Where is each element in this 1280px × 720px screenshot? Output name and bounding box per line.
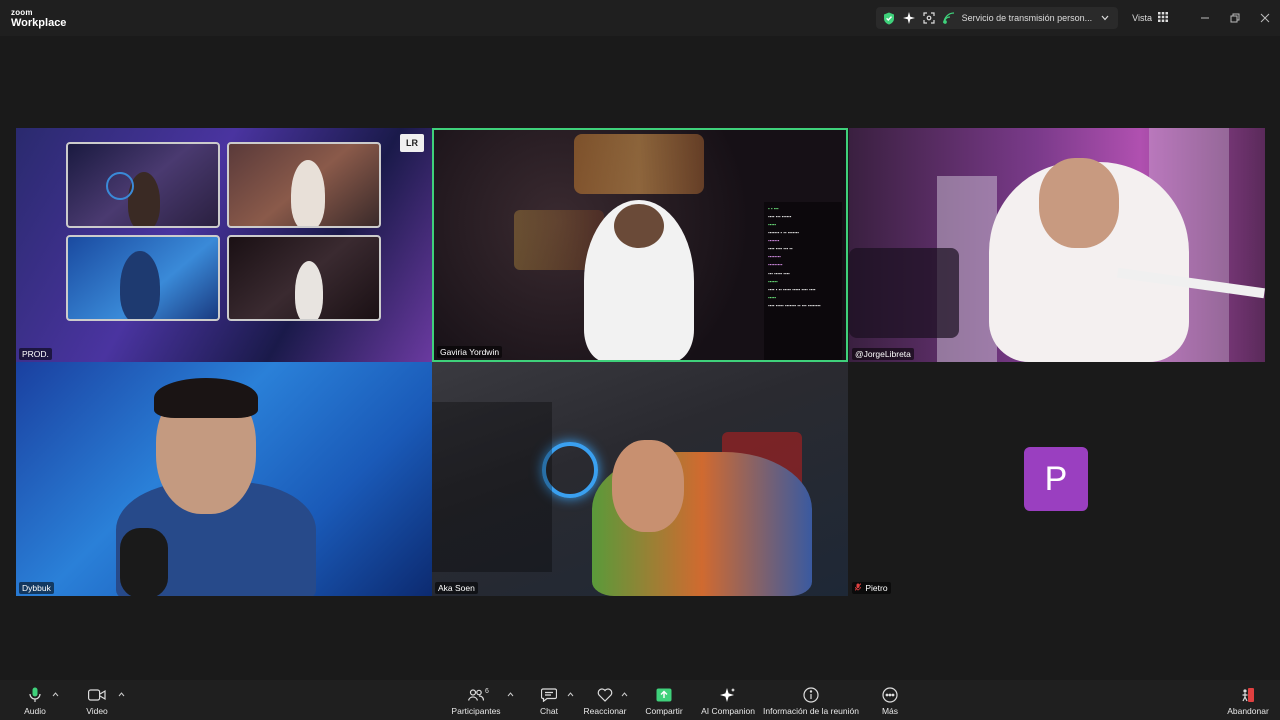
grid-view-icon — [1158, 12, 1168, 24]
audio-label: Audio — [24, 706, 46, 716]
share-label: Compartir — [645, 706, 683, 716]
graffiti-wall-art — [574, 134, 704, 194]
participant-name: PROD. — [19, 348, 52, 360]
more-button[interactable]: Más — [876, 680, 904, 720]
mini-video-1 — [66, 142, 220, 228]
couch — [849, 248, 959, 338]
participants-count: 6 — [485, 688, 489, 695]
video-tile-pietro[interactable]: P Pietro — [849, 362, 1265, 596]
video-tile-aka-soen[interactable]: Aka Soen — [432, 362, 848, 596]
leave-icon — [1239, 686, 1257, 704]
video-label: Video — [86, 706, 108, 716]
react-options-caret[interactable] — [621, 690, 628, 699]
participant-name: Aka Soen — [435, 582, 478, 594]
person-silhouette — [291, 160, 325, 226]
neon-logo — [106, 172, 134, 200]
top-right-controls: Servicio de transmisión person... Vista — [875, 0, 1280, 36]
status-pill: Servicio de transmisión person... — [875, 7, 1119, 29]
meeting-toolbar: Audio Video Participantes 6 Chat Reaccio… — [0, 680, 1280, 720]
focus-frame-icon[interactable] — [922, 11, 936, 25]
brand-top: zoom — [11, 8, 33, 17]
person-hair — [154, 378, 258, 418]
heart-icon — [596, 686, 614, 704]
muted-mic-icon — [854, 583, 863, 593]
zoom-workplace-logo: zoom Workplace — [11, 9, 66, 29]
video-tile-dybbuk[interactable]: Dybbuk — [16, 362, 432, 596]
chat-button[interactable]: Chat — [532, 680, 566, 720]
person-silhouette — [295, 261, 323, 319]
participants-label: Participantes — [451, 706, 501, 716]
react-button[interactable]: Reaccionar — [583, 680, 627, 720]
participant-name: Dybbuk — [19, 582, 54, 594]
mini-video-3 — [66, 235, 220, 321]
participant-avatar: P — [1024, 447, 1088, 511]
person-silhouette — [120, 251, 160, 319]
participant-name: Gaviria Yordwin — [437, 346, 503, 358]
brand-bottom: Workplace — [11, 17, 67, 29]
mini-video-4 — [227, 235, 381, 321]
share-button[interactable]: Compartir — [645, 680, 683, 720]
view-label: Vista — [1132, 13, 1152, 23]
participant-name-bar: Pietro — [852, 582, 891, 594]
person-face — [614, 204, 664, 248]
ai-companion-button[interactable]: AI Companion — [701, 680, 755, 720]
video-tile-jorgelibreta[interactable]: @JorgeLibreta — [849, 128, 1265, 362]
info-icon — [802, 686, 820, 704]
more-icon — [881, 686, 899, 704]
leave-button[interactable]: Abandonar — [1226, 680, 1270, 720]
stream-chat-overlay — [432, 402, 552, 572]
video-tile-gaviria-yordwin[interactable]: ▪ ▪ ▪▪▪ ▪▪▪▪ ▪▪▪ ▪▪▪▪▪▪ ▪▪▪▪▪ ▪▪▪▪▪▪▪ ▪ … — [432, 128, 848, 362]
meeting-info-button[interactable]: Información de la reunión — [763, 680, 859, 720]
chat-label: Chat — [540, 706, 558, 716]
more-label: Más — [881, 706, 899, 716]
audio-button[interactable]: Audio — [18, 680, 52, 720]
video-camera-icon — [88, 686, 106, 704]
stream-chat-overlay: ▪ ▪ ▪▪▪ ▪▪▪▪ ▪▪▪ ▪▪▪▪▪▪ ▪▪▪▪▪ ▪▪▪▪▪▪▪ ▪ … — [764, 202, 842, 360]
share-screen-icon — [655, 686, 673, 704]
react-label: Reaccionar — [583, 706, 627, 716]
channel-logo: LR — [400, 134, 424, 152]
ai-companion-label: AI Companion — [701, 706, 755, 716]
chat-icon — [540, 686, 558, 704]
participants-options-caret[interactable] — [507, 690, 514, 699]
shield-check-icon[interactable] — [882, 11, 896, 25]
stream-signal-icon — [942, 11, 956, 25]
ai-sparkle-icon — [719, 686, 737, 704]
video-button[interactable]: Video — [80, 680, 114, 720]
video-tile-prod[interactable]: LR PROD. — [16, 128, 432, 362]
participant-name: Pietro — [865, 583, 888, 593]
view-button[interactable]: Vista — [1124, 7, 1176, 29]
streaming-service-dropdown[interactable]: Servicio de transmisión person... — [962, 13, 1093, 23]
participants-icon — [467, 686, 485, 704]
participant-name: @JorgeLibreta — [852, 348, 914, 360]
microphone-icon — [26, 686, 44, 704]
meeting-info-label: Información de la reunión — [763, 706, 859, 716]
title-bar: zoom Workplace Servicio de transmisión p… — [0, 0, 1280, 36]
mini-video-2 — [227, 142, 381, 228]
participants-button[interactable]: Participantes — [449, 680, 503, 720]
chevron-down-icon[interactable] — [1098, 11, 1112, 25]
video-options-caret[interactable] — [118, 690, 125, 699]
person-face — [1039, 158, 1119, 248]
leave-label: Abandonar — [1227, 706, 1269, 716]
ai-sparkle-icon[interactable] — [902, 11, 916, 25]
audio-options-caret[interactable] — [52, 690, 59, 699]
close-button[interactable] — [1250, 0, 1280, 36]
minimize-button[interactable] — [1190, 0, 1220, 36]
restore-button[interactable] — [1220, 0, 1250, 36]
microphone — [120, 528, 168, 596]
person-face — [612, 440, 684, 532]
chat-options-caret[interactable] — [567, 690, 574, 699]
